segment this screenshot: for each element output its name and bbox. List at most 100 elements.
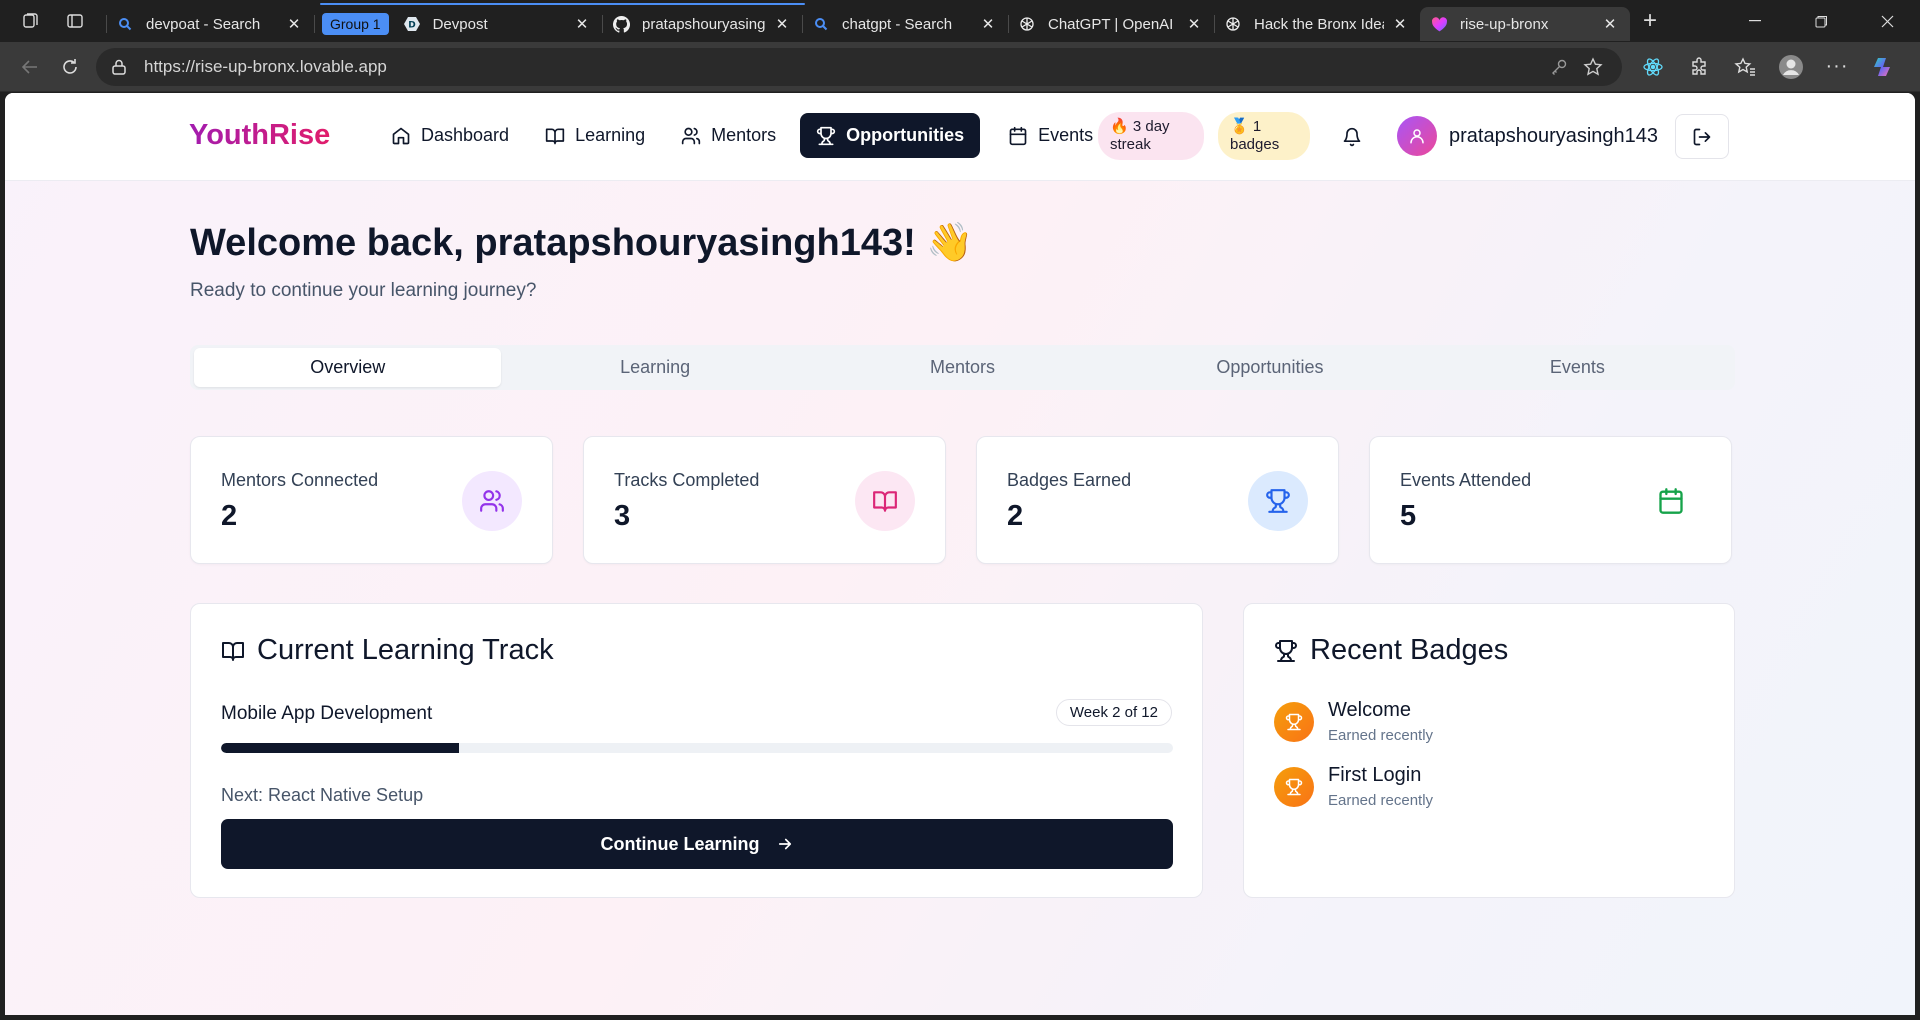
card-title: Current Learning Track [221, 634, 554, 667]
nav-opportunities[interactable]: Opportunities [800, 113, 981, 158]
brand-logo[interactable]: YouthRise [189, 119, 330, 152]
book-open-icon [545, 128, 565, 144]
favorites-icon[interactable] [1722, 47, 1768, 87]
tab-overview[interactable]: Overview [194, 348, 502, 387]
address-bar-row: https://rise-up-bronx.lovable.app ··· [0, 42, 1920, 92]
react-devtools-icon[interactable] [1630, 47, 1676, 87]
streak-badge: 🔥 3 day streak [1098, 112, 1204, 160]
book-open-icon [222, 641, 244, 661]
home-icon [392, 127, 410, 144]
main-nav: Dashboard Learning Mentors Opportunities… [375, 113, 1109, 158]
close-icon[interactable]: ✕ [978, 14, 998, 34]
stat-card-mentors: Mentors Connected 2 [190, 436, 553, 564]
profile-avatar-icon[interactable] [1768, 47, 1814, 87]
web-page: YouthRise Dashboard Learning Mentors Opp… [5, 93, 1915, 1015]
copilot-icon[interactable] [1860, 47, 1906, 87]
button-label: Continue Learning [600, 833, 760, 854]
workspaces-icon[interactable] [0, 0, 60, 42]
refresh-icon[interactable] [50, 47, 90, 87]
tab-events[interactable]: Events [1424, 348, 1731, 387]
tab-title: pratapshouryasingh [642, 15, 766, 33]
trophy-icon [1275, 639, 1297, 662]
tab-title: devpoat - Search [146, 15, 261, 33]
close-icon[interactable]: ✕ [284, 14, 304, 34]
site-info-icon[interactable] [108, 56, 130, 78]
card-title: Recent Badges [1274, 634, 1508, 667]
stat-label: Badges Earned [1007, 470, 1132, 490]
tab-group-label[interactable]: Group 1 [322, 13, 389, 35]
badge-earned: Earned recently [1328, 727, 1434, 744]
url-field[interactable]: https://rise-up-bronx.lovable.app [96, 47, 1622, 86]
url-text[interactable]: https://rise-up-bronx.lovable.app [144, 57, 1542, 77]
nav-label: Mentors [711, 125, 777, 145]
next-lesson: Next: React Native Setup [221, 785, 424, 805]
recent-badges-card: Recent Badges Welcome Earned recently Fi… [1243, 603, 1735, 898]
stat-value: 2 [1007, 500, 1024, 532]
badge-name: Welcome [1328, 699, 1411, 721]
minimize-icon[interactable] [1722, 0, 1788, 42]
avatar[interactable] [1397, 116, 1437, 156]
close-icon[interactable]: ✕ [1184, 14, 1204, 34]
logout-button[interactable] [1675, 114, 1729, 159]
continue-learning-button[interactable]: Continue Learning [221, 819, 1173, 869]
close-icon[interactable]: ✕ [1600, 14, 1620, 34]
svg-text:D: D [408, 21, 415, 31]
tab-group-indicator [320, 3, 805, 5]
trophy-icon [1274, 702, 1314, 742]
extensions-icon[interactable] [1676, 47, 1722, 87]
nav-mentors[interactable]: Mentors [665, 113, 792, 158]
browser-tab[interactable]: pratapshouryasingh ✕ [602, 7, 802, 41]
key-icon[interactable] [1542, 50, 1576, 84]
stat-label: Events Attended [1400, 470, 1532, 490]
username: pratapshouryasingh143 [1449, 124, 1659, 147]
restore-icon[interactable] [1788, 0, 1854, 42]
nav-dashboard[interactable]: Dashboard [375, 113, 525, 158]
browser-tab-active[interactable]: rise-up-bronx ✕ [1420, 7, 1630, 41]
badges-line1: 🏅 1 [1230, 118, 1262, 135]
favorite-star-icon[interactable] [1576, 50, 1610, 84]
browser-tab[interactable]: Hack the Bronx Idea ✕ [1214, 7, 1420, 41]
book-open-icon [855, 471, 915, 531]
badge-earned: Earned recently [1328, 792, 1434, 809]
nav-learning[interactable]: Learning [529, 113, 661, 158]
users-icon [681, 127, 701, 144]
stat-value: 3 [614, 500, 631, 532]
tab-learning[interactable]: Learning [501, 348, 808, 387]
stat-value: 5 [1400, 500, 1417, 532]
streak-line1: 🔥 3 day [1110, 118, 1170, 135]
browser-tab[interactable]: chatgpt - Search ✕ [802, 7, 1008, 41]
close-icon[interactable]: ✕ [772, 14, 792, 34]
tab-actions-icon[interactable] [60, 0, 90, 42]
streak-line2: streak [1110, 136, 1151, 153]
nav-label: Opportunities [846, 125, 965, 145]
page-title: Welcome back, pratapshouryasingh143! 👋 [190, 222, 974, 264]
browser-tab[interactable]: devpoat - Search ✕ [106, 7, 314, 41]
card-title-text: Recent Badges [1310, 634, 1509, 666]
calendar-icon [1641, 471, 1701, 531]
browser-tab[interactable]: ChatGPT | OpenAI ✕ [1008, 7, 1214, 41]
stat-label: Mentors Connected [221, 470, 379, 490]
tab-mentors[interactable]: Mentors [809, 348, 1116, 387]
stat-value: 2 [221, 500, 238, 532]
trophy-icon [1248, 471, 1308, 531]
trophy-icon [817, 126, 836, 145]
browser-tab[interactable]: Group 1 D Devpost ✕ [314, 7, 602, 41]
bell-icon[interactable] [1335, 120, 1369, 154]
tab-title: chatgpt - Search [842, 15, 953, 33]
close-icon[interactable]: ✕ [572, 14, 592, 34]
stat-card-badges: Badges Earned 2 [976, 436, 1339, 564]
new-tab-icon[interactable]: + [1630, 0, 1670, 42]
nav-events[interactable]: Events [992, 113, 1109, 158]
more-options-icon[interactable]: ··· [1814, 47, 1860, 87]
nav-label: Dashboard [421, 125, 510, 145]
close-window-icon[interactable] [1854, 0, 1920, 42]
trophy-icon [1274, 767, 1314, 807]
close-icon[interactable]: ✕ [1390, 14, 1410, 34]
user-menu[interactable]: pratapshouryasingh143 [1397, 116, 1658, 156]
stat-card-tracks: Tracks Completed 3 [583, 436, 946, 564]
tab-opportunities[interactable]: Opportunities [1116, 348, 1423, 387]
nav-label: Events [1038, 125, 1094, 145]
app-header: YouthRise Dashboard Learning Mentors Opp… [5, 93, 1915, 181]
back-icon[interactable] [10, 47, 50, 87]
lovable-icon [1430, 15, 1448, 33]
